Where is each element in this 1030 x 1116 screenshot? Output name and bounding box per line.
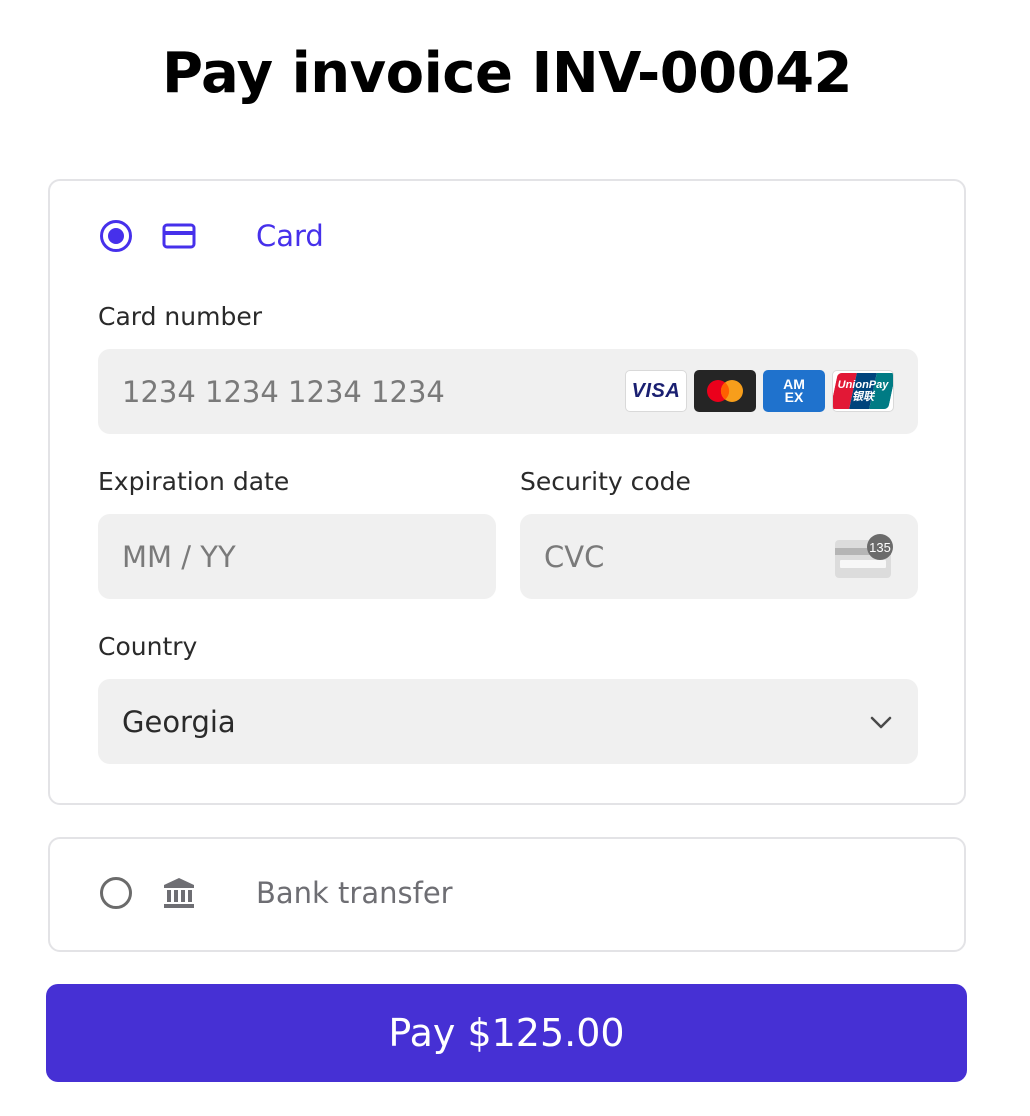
card-option-label[interactable]: Card bbox=[256, 219, 324, 253]
unionpay-logo: UnionPay 银联 bbox=[832, 370, 894, 412]
pay-button[interactable]: Pay $125.00 bbox=[46, 984, 967, 1082]
cvc-card-icon: 135 bbox=[835, 534, 893, 578]
card-number-field[interactable]: 1234 1234 1234 1234 VISA AM EX UnionPay … bbox=[98, 349, 918, 434]
card-radio[interactable] bbox=[100, 220, 132, 252]
country-label: Country bbox=[98, 632, 198, 661]
expiration-date-label: Expiration date bbox=[98, 467, 290, 496]
bank-transfer-radio[interactable] bbox=[100, 877, 132, 909]
card-option-header[interactable]: Card bbox=[100, 219, 324, 253]
security-code-field[interactable]: CVC 135 bbox=[520, 514, 918, 599]
expiration-date-placeholder: MM / YY bbox=[122, 539, 236, 574]
mastercard-logo bbox=[694, 370, 756, 412]
cvc-badge-text: 135 bbox=[869, 540, 891, 555]
credit-card-icon bbox=[162, 221, 196, 251]
page-title: Pay invoice INV-00042 bbox=[161, 41, 853, 106]
security-code-label: Security code bbox=[520, 467, 691, 496]
card-brands: VISA AM EX UnionPay 银联 bbox=[625, 370, 894, 412]
card-number-label: Card number bbox=[98, 302, 263, 331]
card-number-placeholder: 1234 1234 1234 1234 bbox=[122, 374, 445, 409]
country-select[interactable]: Georgia bbox=[98, 679, 918, 764]
expiration-date-field[interactable]: MM / YY bbox=[98, 514, 496, 599]
bank-option-header[interactable]: Bank transfer bbox=[100, 876, 453, 910]
security-code-placeholder: CVC bbox=[544, 539, 605, 574]
amex-logo: AM EX bbox=[763, 370, 825, 412]
bank-icon bbox=[162, 878, 196, 908]
country-value: Georgia bbox=[122, 704, 236, 739]
visa-logo: VISA bbox=[625, 370, 687, 412]
bank-transfer-label[interactable]: Bank transfer bbox=[256, 876, 453, 910]
card-payment-panel: Card Card number 1234 1234 1234 1234 VIS… bbox=[48, 179, 966, 805]
chevron-down-icon bbox=[870, 716, 892, 729]
bank-transfer-panel[interactable]: Bank transfer bbox=[48, 837, 966, 952]
